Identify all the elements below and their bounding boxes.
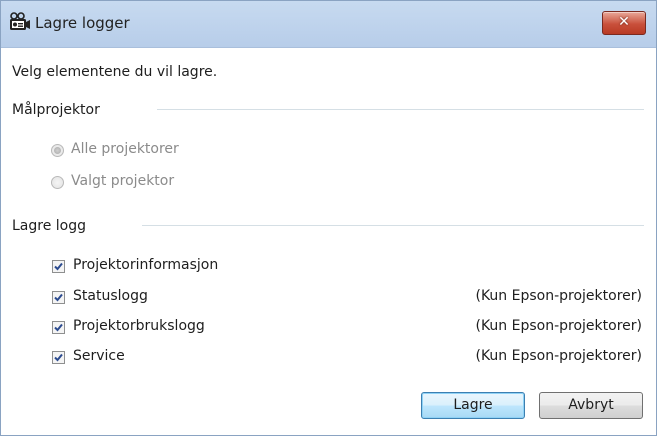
target-projector-group-label: Målprojektor	[12, 102, 100, 118]
status-log-label: Statuslogg	[73, 288, 148, 304]
save-log-group-divider	[142, 225, 644, 226]
checkmark-icon	[54, 353, 63, 362]
radio-all-projectors-label: Alle projektorer	[71, 141, 179, 157]
projector-info-checkbox[interactable]	[52, 260, 65, 273]
checkmark-icon	[54, 262, 63, 271]
target-group-divider	[157, 109, 644, 110]
status-log-note: (Kun Epson-projektorer)	[475, 288, 642, 304]
service-checkbox[interactable]	[52, 351, 65, 364]
radio-all-projectors-circle[interactable]	[51, 144, 64, 157]
radio-selected-projector-circle[interactable]	[51, 176, 64, 189]
radio-selected-projector-label: Valgt projektor	[71, 173, 175, 189]
usage-log-checkbox[interactable]	[52, 321, 65, 334]
usage-log-note: (Kun Epson-projektorer)	[475, 318, 642, 334]
projector-info-label: Projektorinformasjon	[73, 257, 219, 273]
cancel-button[interactable]: Avbryt	[539, 392, 643, 419]
close-button[interactable]: ✕	[602, 11, 646, 35]
intro-text: Velg elementene du vil lagre.	[12, 64, 218, 80]
window-title: Lagre logger	[35, 14, 130, 32]
title-bar: Lagre logger ✕	[1, 1, 656, 48]
projector-camera-icon	[9, 12, 31, 32]
checkmark-icon	[54, 323, 63, 332]
status-log-checkbox[interactable]	[52, 291, 65, 304]
close-icon: ✕	[618, 14, 630, 30]
service-label: Service	[73, 348, 125, 364]
save-log-group-label: Lagre logg	[12, 218, 87, 234]
service-note: (Kun Epson-projektorer)	[475, 348, 642, 364]
checkmark-icon	[54, 293, 63, 302]
usage-log-label: Projektorbrukslogg	[73, 318, 205, 334]
save-button[interactable]: Lagre	[421, 392, 525, 419]
dialog-body: Velg elementene du vil lagre. Målprojekt…	[1, 48, 656, 435]
save-logs-dialog: Lagre logger ✕ Velg elementene du vil la…	[0, 0, 657, 436]
